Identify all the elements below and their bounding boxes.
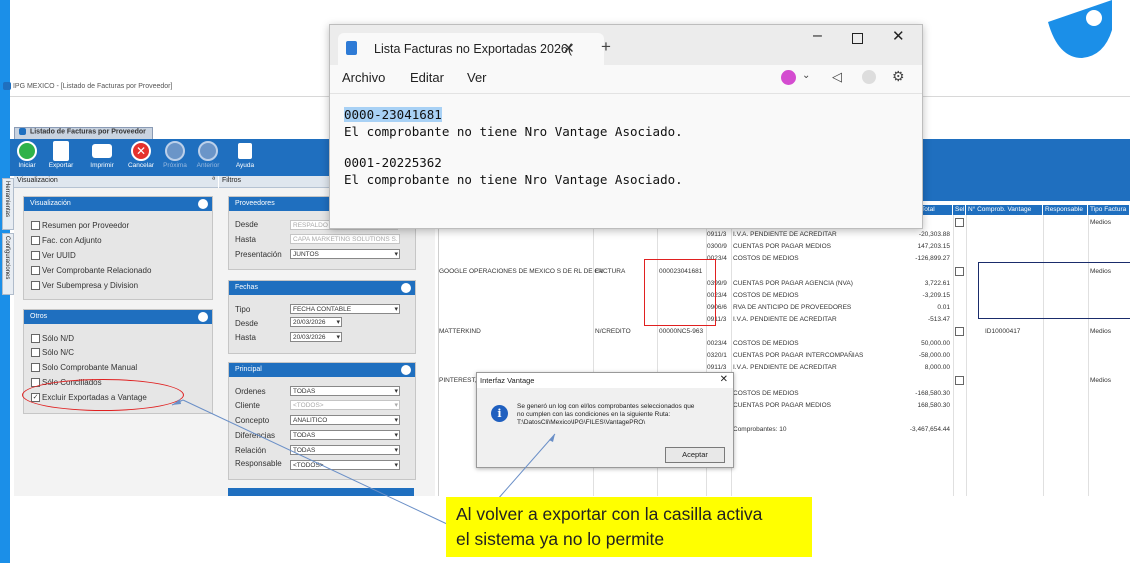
callout-connectors (171, 399, 556, 525)
annotation-callout: Al volver a exportar con la casilla acti… (446, 497, 812, 557)
